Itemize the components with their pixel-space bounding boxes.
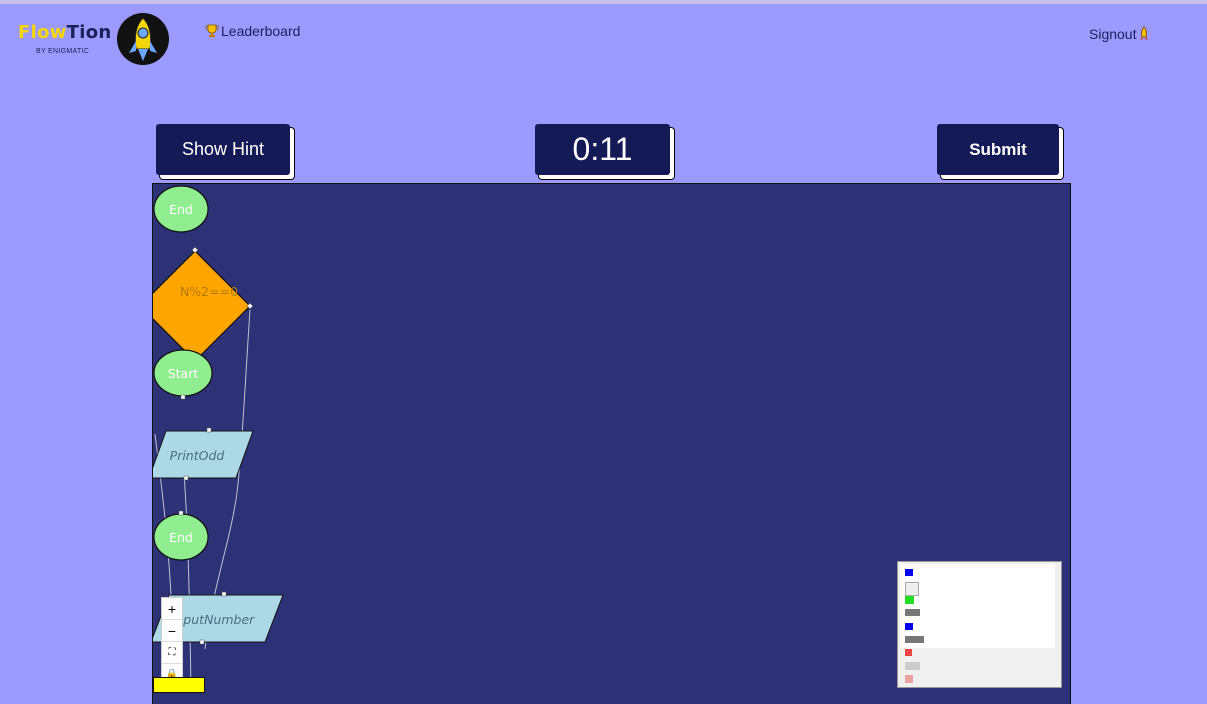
flow-node-label: N%2==0 (180, 284, 238, 299)
connector-handle[interactable] (191, 246, 199, 254)
timer-display: 0:11 (535, 124, 670, 175)
minimap-node (905, 636, 924, 643)
flow-node-label: Start (168, 366, 199, 381)
connector-handle[interactable] (199, 639, 205, 645)
logo: FlowTion BY ENIGMATIC (18, 22, 112, 55)
minimap-node (905, 569, 913, 576)
connector-handle[interactable] (206, 427, 212, 433)
signout-link[interactable]: Signout (1089, 26, 1149, 42)
flow-node-start[interactable]: Start (153, 349, 213, 400)
flow-node-label: InputNumber (172, 612, 255, 627)
rocket-logo-icon (117, 13, 169, 65)
leaderboard-label: Leaderboard (221, 23, 301, 39)
logo-subtitle: BY ENIGMATIC (36, 48, 90, 55)
minimap-node (905, 649, 912, 656)
minimap-node (905, 609, 920, 616)
flow-node-label: End (169, 530, 193, 545)
minimap-node (905, 582, 919, 596)
leaderboard-link[interactable]: Leaderboard (205, 23, 300, 39)
minimap-node (905, 623, 913, 630)
flow-node-print-odd[interactable]: PrintOdd (153, 427, 254, 481)
flow-node-partial[interactable] (153, 677, 205, 693)
connector-handle[interactable] (178, 510, 184, 516)
minimap-node (905, 662, 920, 670)
zoom-out-button[interactable]: − (162, 620, 182, 642)
minimap[interactable] (897, 561, 1062, 688)
rocket-icon (1140, 26, 1149, 40)
flow-node-end-1[interactable]: End (153, 185, 209, 233)
minimap-node (905, 675, 913, 683)
signout-label: Signout (1089, 26, 1137, 42)
fit-view-button[interactable]: ⛶ (162, 642, 182, 664)
connector-handle[interactable] (221, 591, 227, 597)
connector-handle[interactable] (180, 394, 186, 400)
minimap-node (905, 596, 914, 604)
logo-text: FlowTion (18, 22, 112, 43)
zoom-controls: + − ⛶ 🔒 (161, 597, 183, 686)
flow-node-end-2[interactable]: End (153, 510, 209, 561)
flow-node-decision[interactable]: N%2==0 (153, 246, 254, 362)
submit-button[interactable]: Submit (937, 124, 1059, 175)
flow-node-label: End (169, 202, 193, 217)
show-hint-button[interactable]: Show Hint (156, 124, 290, 175)
flow-node-label: PrintOdd (170, 448, 225, 463)
trophy-icon (205, 24, 219, 37)
zoom-in-button[interactable]: + (162, 598, 182, 620)
connector-handle[interactable] (183, 475, 189, 481)
